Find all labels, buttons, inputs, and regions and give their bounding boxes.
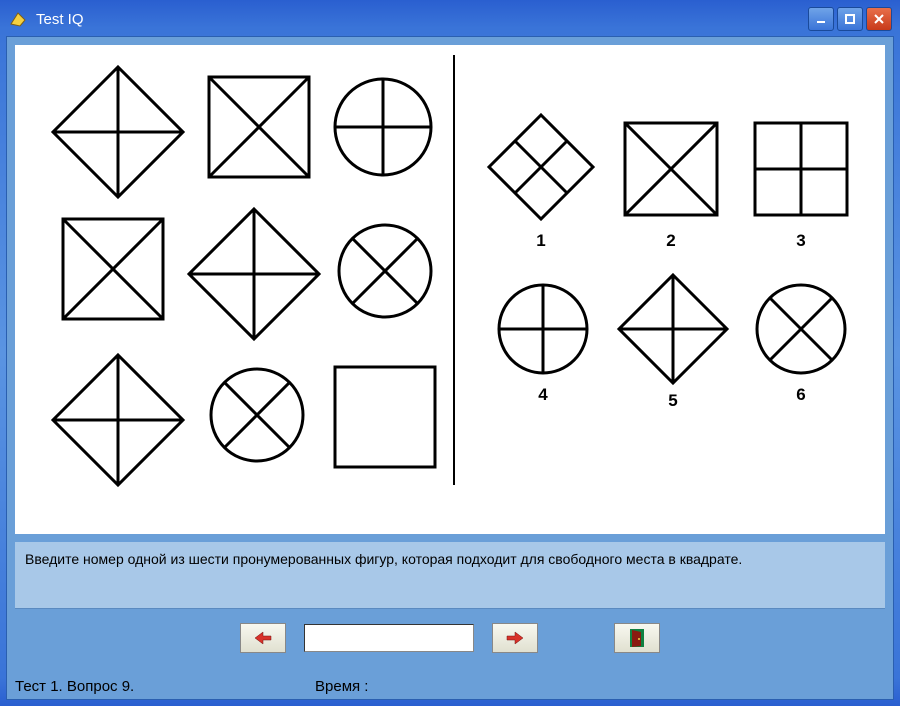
option-1[interactable]: [481, 107, 601, 227]
door-icon: [629, 628, 645, 648]
option-5[interactable]: [611, 267, 735, 391]
next-button[interactable]: [492, 623, 538, 653]
status-bar: Тест 1. Вопрос 9. Время :: [7, 667, 893, 699]
arrow-left-icon: [253, 631, 273, 645]
instruction-text: Введите номер одной из шести пронумерова…: [15, 542, 885, 609]
exit-button[interactable]: [614, 623, 660, 653]
matrix-2-2: [179, 199, 329, 349]
option-2-label: 2: [656, 231, 686, 251]
option-3[interactable]: [749, 117, 853, 221]
app-icon: [8, 9, 28, 29]
minimize-button[interactable]: [808, 7, 834, 31]
matrix-3-1: [43, 345, 193, 495]
client-area: 1 2 3 4: [6, 36, 894, 700]
matrix-2-1: [55, 211, 171, 327]
puzzle-canvas: 1 2 3 4: [15, 45, 885, 534]
option-6-label: 6: [786, 385, 816, 405]
option-4[interactable]: [491, 277, 595, 381]
option-5-label: 5: [658, 391, 688, 411]
matrix-empty-slot: [329, 361, 441, 473]
time-label: Время :: [315, 678, 368, 695]
option-1-label: 1: [526, 231, 556, 251]
option-6[interactable]: [749, 277, 853, 381]
matrix-1-1: [43, 57, 193, 207]
prev-button[interactable]: [240, 623, 286, 653]
window-controls: [808, 7, 892, 31]
control-row: [7, 613, 893, 667]
answer-input[interactable]: [304, 624, 474, 652]
status-time-label: Время :: [315, 678, 885, 695]
close-button[interactable]: [866, 7, 892, 31]
matrix-3-2: [203, 361, 311, 469]
matrix-2-3: [331, 217, 439, 325]
divider: [453, 55, 455, 485]
option-2[interactable]: [619, 117, 723, 221]
arrow-right-icon: [505, 631, 525, 645]
option-4-label: 4: [528, 385, 558, 405]
maximize-button[interactable]: [837, 7, 863, 31]
matrix-1-3: [327, 71, 439, 183]
window-title: Test IQ: [36, 11, 808, 28]
titlebar: Test IQ: [4, 4, 896, 34]
status-question: Тест 1. Вопрос 9.: [15, 678, 315, 695]
option-3-label: 3: [786, 231, 816, 251]
app-window: Test IQ: [0, 0, 900, 706]
matrix-1-2: [201, 69, 317, 185]
